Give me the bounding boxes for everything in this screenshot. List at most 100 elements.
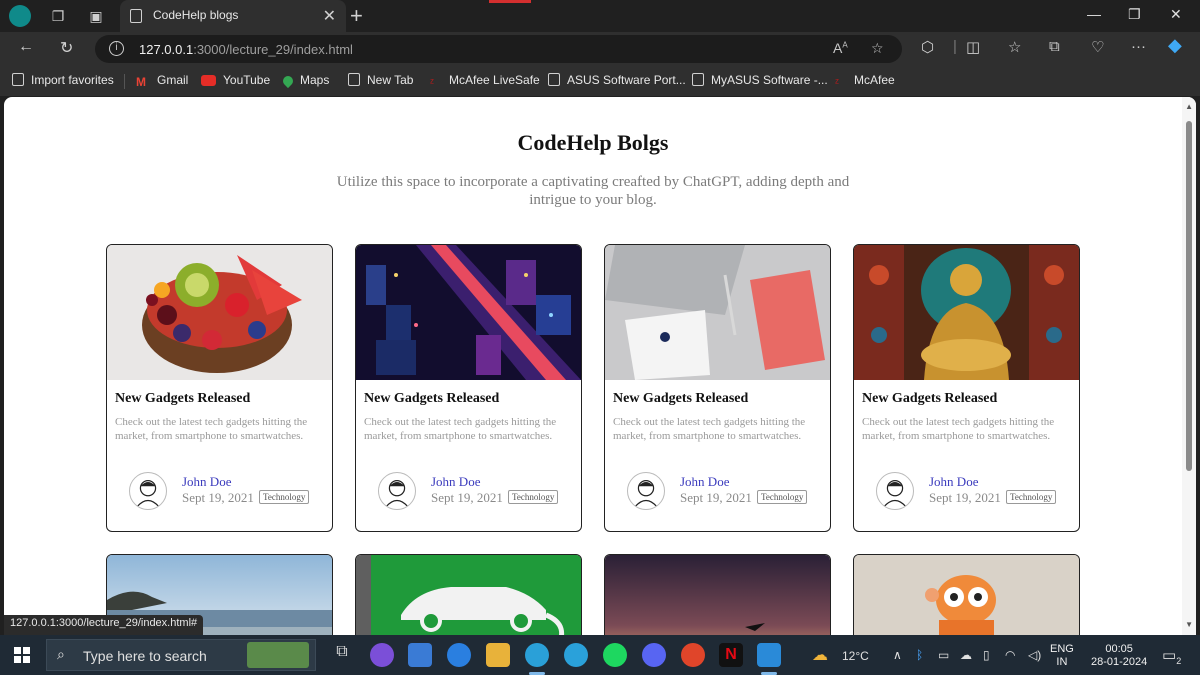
bookmarks-bar: Import favorites M Gmail YouTube Maps New… — [0, 66, 1200, 96]
blog-card[interactable] — [853, 554, 1080, 635]
network-icon[interactable]: ▭ — [938, 648, 949, 662]
author-name[interactable]: John Doe — [182, 474, 231, 490]
site-info-icon[interactable]: i — [109, 41, 124, 56]
cloud-icon[interactable]: ☁ — [960, 648, 972, 662]
page-title: CodeHelp Bolgs — [517, 130, 669, 155]
favorites-icon[interactable]: ☆ — [1008, 38, 1021, 56]
blog-card[interactable] — [604, 554, 831, 635]
avatar — [378, 472, 416, 510]
card-image-ev-charging — [356, 555, 581, 635]
card-title[interactable]: New Gadgets Released — [862, 391, 997, 407]
bookmark-maps[interactable]: Maps — [280, 73, 329, 89]
card-description: Check out the latest tech gadgets hittin… — [613, 416, 806, 442]
workspaces-icon[interactable]: ❐ — [48, 6, 68, 26]
bookmark-import-favorites[interactable]: Import favorites — [12, 73, 114, 87]
author-name[interactable]: John Doe — [431, 474, 480, 490]
card-image-sunset-plane — [605, 555, 830, 635]
netflix-icon[interactable]: N — [719, 643, 743, 667]
file-explorer-icon[interactable] — [486, 643, 510, 667]
bookmark-mcafee[interactable]: ᶻ McAfee — [835, 73, 895, 90]
author-name[interactable]: John Doe — [929, 474, 978, 490]
blog-card[interactable]: New Gadgets Released Check out the lates… — [355, 244, 582, 532]
bookmark-mcafee-livesafe[interactable]: ᶻ McAfee LiveSafe — [430, 73, 540, 90]
blog-card[interactable]: New Gadgets Released Check out the lates… — [853, 244, 1080, 532]
extensions-icon[interactable]: ⬡ — [921, 38, 934, 56]
minimize-icon[interactable]: — — [1087, 6, 1101, 22]
chrome-icon[interactable] — [681, 643, 705, 667]
author-name[interactable]: John Doe — [680, 474, 729, 490]
page-icon — [348, 73, 360, 86]
split-screen-icon[interactable]: ◫ — [966, 38, 980, 56]
edge-icon[interactable] — [525, 643, 549, 667]
more-menu-icon[interactable]: ··· — [1131, 38, 1146, 55]
avatar — [129, 472, 167, 510]
input-language[interactable]: ENG IN — [1050, 643, 1074, 669]
bluetooth-icon[interactable]: ᛒ — [916, 648, 923, 662]
gmail-icon: M — [136, 75, 146, 89]
read-aloud-icon[interactable]: AA — [833, 40, 848, 56]
taskbar-search-box[interactable]: ⌕ Type here to search — [46, 639, 316, 671]
bookmark-youtube[interactable]: YouTube — [201, 73, 270, 87]
chevron-up-icon[interactable]: ∧ — [893, 648, 902, 662]
temperature[interactable]: 12°C — [842, 649, 869, 663]
blog-card[interactable]: New Gadgets Released Check out the lates… — [604, 244, 831, 532]
scrollbar-thumb[interactable] — [1186, 121, 1192, 471]
card-title[interactable]: New Gadgets Released — [364, 391, 499, 407]
url-text[interactable]: 127.0.0.1:3000/lecture_29/index.html — [139, 42, 353, 57]
notifications-icon[interactable]: ▭2 — [1162, 646, 1181, 666]
favorite-star-icon[interactable]: ☆ — [871, 40, 884, 57]
category-tag[interactable]: Technology — [757, 490, 808, 504]
canva-icon[interactable] — [370, 643, 394, 667]
windows-taskbar: ⌕ Type here to search ⧉ N ☁ 12°C ∧ ᛒ ▭ ☁… — [0, 635, 1200, 675]
copilot-icon[interactable]: ◆ — [1168, 35, 1182, 56]
page-icon — [130, 9, 142, 23]
task-view-icon[interactable]: ⧉ — [330, 643, 354, 667]
wifi-icon[interactable]: ◠ — [1005, 648, 1015, 662]
scroll-up-icon[interactable]: ▲ — [1185, 102, 1193, 111]
close-window-icon[interactable]: ✕ — [1170, 6, 1182, 23]
close-tab-icon[interactable]: ✕ — [323, 6, 336, 26]
category-tag[interactable]: Technology — [1006, 490, 1057, 504]
profile-avatar[interactable] — [9, 5, 31, 27]
post-date: Sept 19, 2021 — [680, 490, 752, 505]
divider: | — [953, 38, 957, 55]
tab-codehelp-blogs[interactable]: CodeHelp blogs ✕ — [120, 0, 346, 32]
refresh-icon[interactable]: ↻ — [60, 38, 73, 58]
windows-start-icon[interactable] — [14, 647, 30, 663]
bookmark-gmail[interactable]: M Gmail — [136, 73, 188, 89]
new-tab-button[interactable]: + — [350, 3, 363, 29]
avatar — [876, 472, 914, 510]
address-bar[interactable]: i 127.0.0.1:3000/lecture_29/index.html A… — [95, 35, 902, 63]
browser-essentials-icon[interactable]: ♡ — [1091, 38, 1104, 56]
category-tag[interactable]: Technology — [508, 490, 559, 504]
telegram-icon[interactable] — [564, 643, 588, 667]
store-icon[interactable] — [408, 643, 432, 667]
page-icon — [548, 73, 560, 86]
bookmark-new-tab[interactable]: New Tab — [348, 73, 413, 87]
category-tag[interactable]: Technology — [259, 490, 310, 504]
volume-icon[interactable]: ◁) — [1028, 648, 1041, 662]
page-scrollbar[interactable]: ▲ ▼ — [1182, 97, 1196, 635]
card-title[interactable]: New Gadgets Released — [115, 391, 250, 407]
card-image-cartoon-character — [854, 555, 1079, 635]
weather-icon[interactable]: ☁ — [812, 645, 828, 665]
scroll-down-icon[interactable]: ▼ — [1185, 620, 1193, 629]
media-player-icon[interactable] — [447, 643, 471, 667]
bookmark-asus-software[interactable]: ASUS Software Port... — [548, 73, 686, 87]
collections-icon[interactable]: ⧉ — [1049, 38, 1060, 55]
bookmark-myasus[interactable]: MyASUS Software -... — [692, 73, 828, 87]
blog-card[interactable] — [355, 554, 582, 635]
restore-icon[interactable]: ❐ — [1128, 6, 1141, 23]
search-icon: ⌕ — [57, 646, 65, 662]
discord-icon[interactable] — [642, 643, 666, 667]
back-icon[interactable]: ← — [18, 38, 34, 56]
page-viewport: CodeHelp Bolgs Utilize this space to inc… — [4, 97, 1196, 635]
vscode-icon[interactable] — [757, 643, 781, 667]
blog-card[interactable]: New Gadgets Released Check out the lates… — [106, 244, 333, 532]
card-title[interactable]: New Gadgets Released — [613, 391, 748, 407]
battery-icon[interactable]: ▯ — [983, 648, 990, 662]
clock[interactable]: 00:05 28-01-2024 — [1091, 643, 1147, 669]
tab-actions-icon[interactable]: ▣ — [86, 6, 106, 26]
spotify-icon[interactable] — [603, 643, 627, 667]
card-description: Check out the latest tech gadgets hittin… — [115, 416, 308, 442]
